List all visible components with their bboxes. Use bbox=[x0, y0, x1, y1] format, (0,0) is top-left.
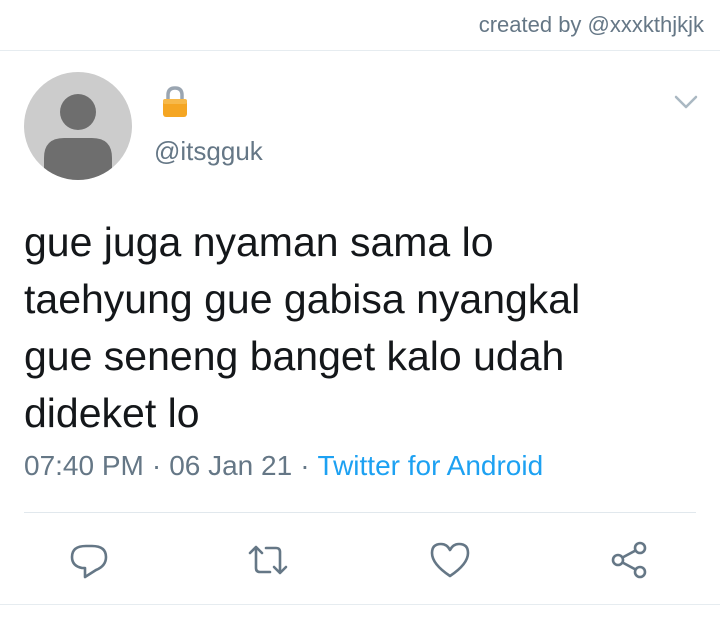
tweet-text-line: gue seneng banget kalo udah bbox=[24, 333, 565, 379]
heart-icon bbox=[430, 542, 470, 578]
tweet-text-line: gue juga nyaman sama lo bbox=[24, 219, 494, 265]
tweet-date[interactable]: 06 Jan 21 bbox=[169, 450, 292, 481]
like-button[interactable] bbox=[428, 538, 472, 582]
lock-icon bbox=[160, 86, 190, 118]
meta-separator: · bbox=[151, 450, 162, 481]
default-avatar-icon bbox=[44, 94, 112, 180]
meta-separator: · bbox=[300, 450, 310, 481]
divider bbox=[24, 512, 696, 513]
user-handle[interactable]: @itsgguk bbox=[154, 136, 263, 167]
share-icon bbox=[611, 541, 647, 579]
top-bar: created by @xxxkthjkjk bbox=[0, 0, 720, 51]
avatar[interactable] bbox=[24, 72, 132, 180]
retweet-button[interactable] bbox=[246, 538, 290, 582]
tweet-meta: 07:40 PM · 06 Jan 21 · Twitter for Android bbox=[24, 450, 543, 482]
tweet-text-line: dideket lo bbox=[24, 390, 200, 436]
share-button[interactable] bbox=[607, 538, 651, 582]
action-bar bbox=[0, 530, 720, 590]
comment-icon bbox=[70, 544, 108, 579]
tweet-source-link[interactable]: Twitter for Android bbox=[318, 450, 544, 481]
tweet-text: gue juga nyaman sama lo taehyung gue gab… bbox=[24, 214, 704, 442]
chevron-down-icon[interactable] bbox=[672, 88, 700, 116]
tweet-text-line: taehyung gue gabisa nyangkal bbox=[24, 276, 581, 322]
credit-text: created by @xxxkthjkjk bbox=[478, 12, 704, 37]
reply-button[interactable] bbox=[67, 538, 111, 582]
tweet-time: 07:40 PM bbox=[24, 450, 144, 481]
retweet-icon bbox=[248, 545, 288, 575]
bottom-border bbox=[0, 604, 720, 605]
